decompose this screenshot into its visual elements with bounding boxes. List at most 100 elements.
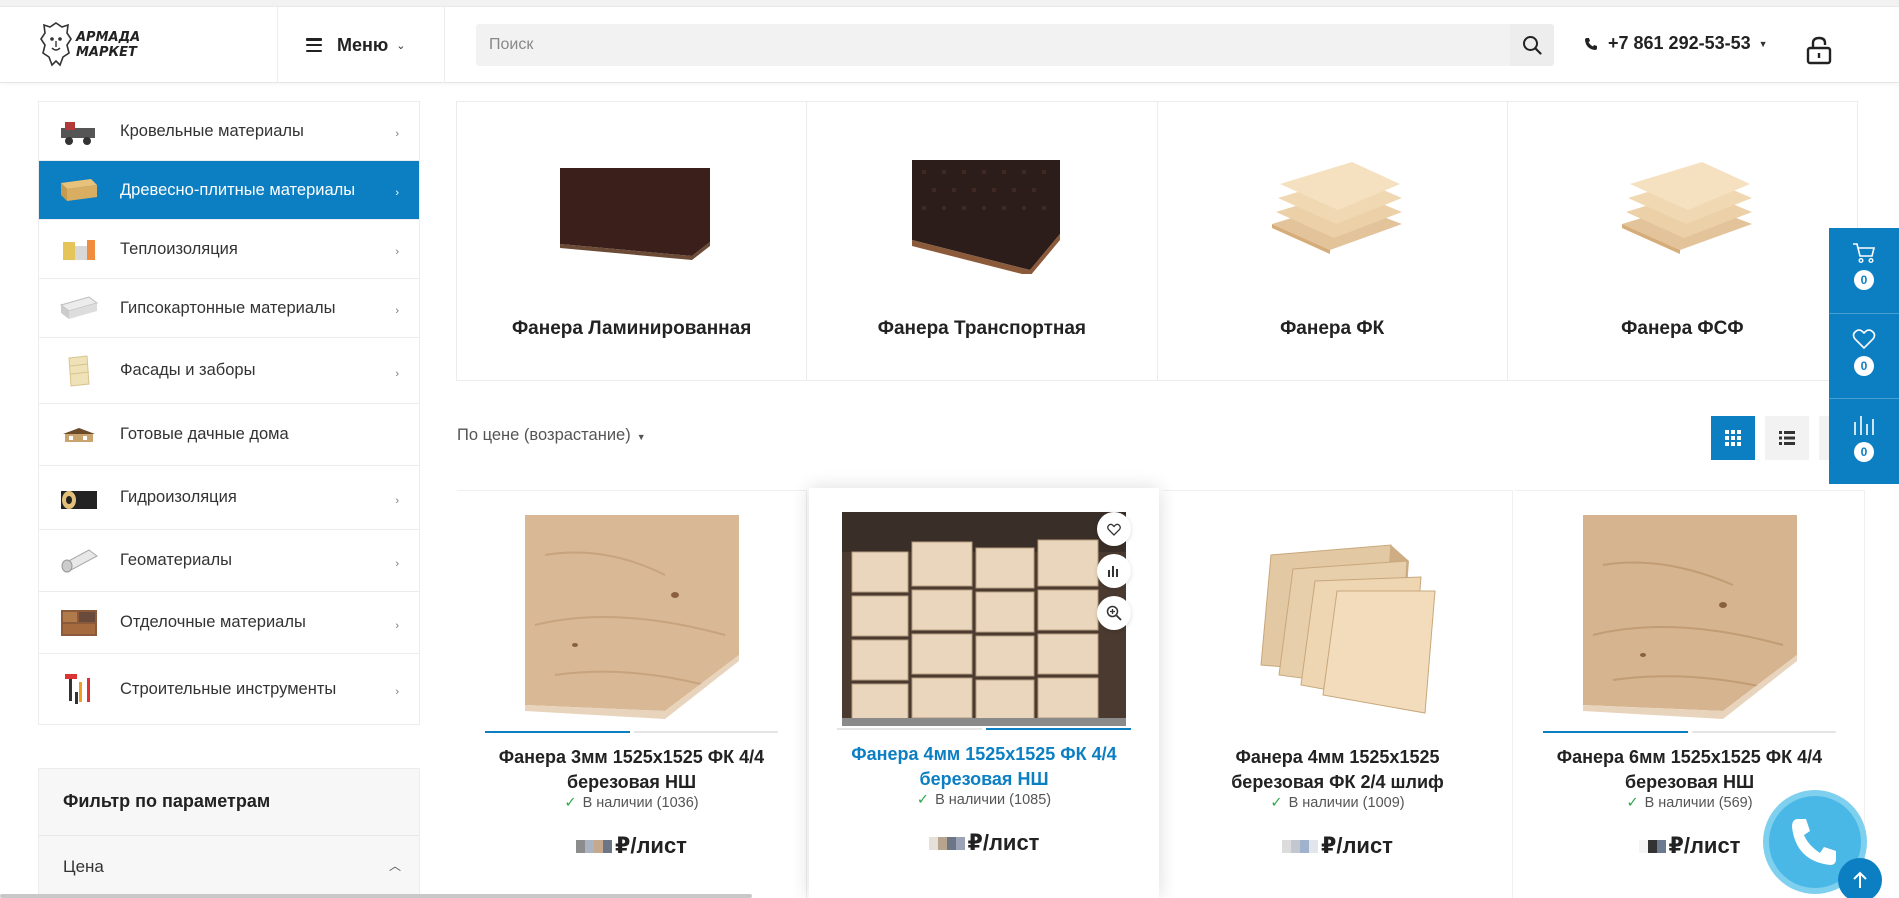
chevron-right-icon: › — [395, 187, 399, 199]
image-slider-indicator — [485, 731, 778, 733]
stock-text: В наличии (1009) — [1288, 795, 1405, 811]
sort-dropdown[interactable]: По цене (возрастание) ▼ — [457, 426, 646, 445]
chevron-right-icon: › — [395, 686, 399, 698]
laminated-plywood-image — [559, 168, 710, 260]
image-slider-indicator — [837, 728, 1131, 730]
price-unit: ₽/лист — [1668, 833, 1741, 858]
sidebar-item-finishing[interactable]: Отделочные материалы › — [39, 592, 419, 654]
fsf-plywood-image — [1622, 162, 1753, 254]
stock-status: ✓ В наличии (1009) — [1163, 795, 1512, 811]
product-name-link[interactable]: Фанера 4мм 1525х1525 ФК 4/4 березовая НШ — [829, 742, 1139, 792]
sidebar-item-roofing[interactable]: Кровельные материалы › — [39, 102, 419, 161]
sidebar-item-label: Фасады и заборы — [120, 361, 256, 379]
product-card[interactable]: Фанера 4мм 1525х1525 березовая ФК 2/4 шл… — [1163, 490, 1513, 898]
category-sidebar: Кровельные материалы › Древесно-плитные … — [38, 101, 420, 725]
logo-lion-icon — [40, 22, 72, 67]
check-icon: ✓ — [1626, 795, 1639, 811]
subcategory-fk[interactable]: Фанера ФК — [1158, 102, 1508, 380]
chevron-right-icon: › — [395, 557, 399, 570]
product-name-link[interactable]: Фанера 4мм 1525х1525 березовая ФК 2/4 шл… — [1183, 745, 1492, 795]
sort-label: По цене (возрастание) — [457, 426, 631, 444]
panel-divider — [1829, 398, 1899, 399]
chevron-up-icon[interactable]: ︿ — [389, 857, 401, 874]
sidebar-item-wood-panels[interactable]: Древесно-плитные материалы › — [39, 161, 419, 220]
sidebar-item-geomaterials[interactable]: Геоматериалы › — [39, 530, 419, 592]
cart-count-badge: 0 — [1854, 270, 1874, 290]
scroll-to-top-button[interactable] — [1838, 858, 1882, 898]
sidebar-item-label: Гидроизоляция — [120, 488, 237, 506]
sidebar-item-drywall[interactable]: Гипсокартонные материалы › — [39, 279, 419, 338]
header-divider — [444, 7, 445, 83]
view-grid-button[interactable] — [1711, 416, 1755, 460]
sidebar-item-houses[interactable]: Готовые дачные дома — [39, 404, 419, 466]
favorite-button[interactable] — [1097, 512, 1131, 546]
logo[interactable]: АРМАДА МАРКЕТ — [38, 17, 148, 73]
product-name-line1: Фанера 6мм 1525х1525 ФК 4/4 — [1556, 747, 1823, 767]
stock-status: ✓ В наличии (1085) — [809, 792, 1159, 808]
chevron-right-icon: › — [395, 367, 399, 380]
product-name-line2: березовая НШ — [566, 772, 697, 792]
filter-panel: Фильтр по параметрам Цена ︿ — [38, 768, 420, 898]
insulation-thumb — [63, 240, 95, 260]
chevron-right-icon: › — [395, 128, 399, 140]
chevron-right-icon: › — [395, 494, 399, 507]
product-card[interactable]: Фанера 3мм 1525х1525 ФК 4/4 березовая НШ… — [457, 490, 807, 898]
compare-panel-button[interactable]: 0 — [1829, 414, 1899, 499]
phone-dropdown[interactable]: +7 861 292-53-53 ▼ — [1584, 33, 1768, 54]
sidebar-item-label: Древесно-плитные материалы — [120, 180, 356, 199]
view-list-button[interactable] — [1765, 416, 1809, 460]
list-icon — [1779, 431, 1795, 445]
quick-view-button[interactable] — [1097, 596, 1131, 630]
tools-thumb — [65, 674, 90, 704]
sidebar-item-facades[interactable]: Фасады и заборы › — [39, 338, 419, 404]
sidebar-item-label: Готовые дачные дома — [120, 425, 289, 443]
subcategory-transport[interactable]: Фанера Транспортная — [807, 102, 1158, 380]
sidebar-item-tools[interactable]: Строительные инструменты › — [39, 654, 419, 724]
subcategory-title: Фанера ФК — [1280, 318, 1385, 339]
cart-button[interactable]: 0 — [1829, 242, 1899, 327]
horizontal-scrollbar[interactable] — [0, 894, 752, 898]
phone-number: +7 861 292-53-53 — [1608, 33, 1751, 53]
menu-button[interactable]: Меню ⌄ — [306, 31, 405, 59]
sidebar-item-label: Теплоизоляция — [120, 239, 238, 258]
product-name-line2: березовая ФК 2/4 шлиф — [1231, 772, 1444, 792]
subcategory-laminated[interactable]: Фанера Ламинированная — [457, 102, 808, 380]
header-divider — [277, 7, 278, 83]
roofing-thumb — [61, 122, 95, 145]
compare-button[interactable] — [1097, 554, 1131, 588]
panel-divider — [1829, 313, 1899, 314]
filter-divider — [39, 835, 419, 836]
product-image — [1582, 515, 1797, 719]
subcategory-title: Фанера ФСФ — [1621, 318, 1744, 339]
phone-icon — [1585, 37, 1597, 50]
product-card[interactable]: Фанера 4мм 1525х1525 ФК 4/4 березовая НШ… — [809, 488, 1159, 898]
search-button[interactable] — [1510, 24, 1554, 66]
menu-label: Меню — [337, 34, 389, 55]
site-header: АРМАДА МАРКЕТ Меню ⌄ +7 861 292-53-53 ▼ — [0, 7, 1899, 83]
sidebar-item-waterproofing[interactable]: Гидроизоляция › — [39, 466, 419, 530]
subcategory-title: Фанера Транспортная — [877, 318, 1086, 339]
fk-plywood-image — [1272, 162, 1403, 254]
favorites-button[interactable]: 0 — [1829, 328, 1899, 413]
view-table-button[interactable] — [1819, 416, 1829, 460]
search-input[interactable] — [476, 24, 1506, 66]
filter-price-toggle[interactable]: Цена — [63, 857, 104, 877]
check-icon: ✓ — [1270, 795, 1283, 811]
product-name-link[interactable]: Фанера 3мм 1525х1525 ФК 4/4 березовая НШ — [477, 745, 786, 795]
favorites-count-badge: 0 — [1854, 356, 1874, 376]
login-button[interactable] — [1805, 35, 1833, 65]
product-price: ₽/лист — [809, 830, 1159, 856]
price-unit: ₽/лист — [1321, 833, 1393, 858]
sidebar-item-label: Геоматериалы — [120, 551, 232, 569]
subcategory-title: Фанера Ламинированная — [511, 318, 752, 339]
lock-icon — [1806, 36, 1832, 65]
house-thumb — [63, 427, 95, 442]
heart-icon — [1852, 329, 1876, 350]
sidebar-item-insulation[interactable]: Теплоизоляция › — [39, 220, 419, 279]
price-value-blurred — [576, 839, 613, 853]
wood-panels-thumb — [61, 179, 97, 201]
subcategory-fsf[interactable]: Фанера ФСФ — [1508, 102, 1857, 380]
logo-text-line2: МАРКЕТ — [76, 45, 137, 60]
product-price: ₽/лист — [1163, 833, 1512, 859]
product-name-link[interactable]: Фанера 6мм 1525х1525 ФК 4/4 березовая НШ — [1535, 745, 1844, 795]
